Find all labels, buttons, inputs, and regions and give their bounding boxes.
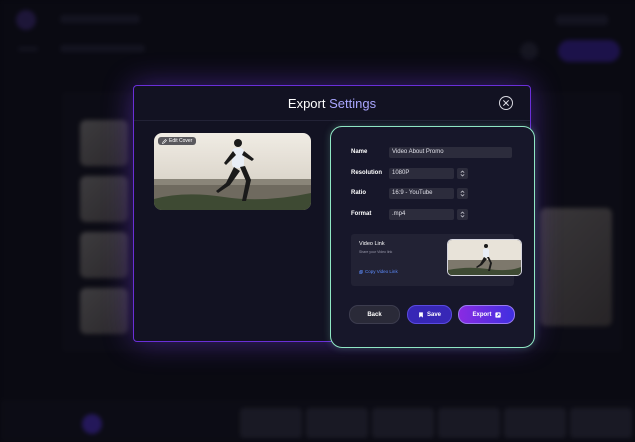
video-link-thumbnail bbox=[447, 239, 522, 276]
edit-cover-label: Edit Cover bbox=[169, 138, 193, 144]
name-label: Name bbox=[351, 149, 368, 155]
copy-video-link[interactable]: Copy Video Link bbox=[359, 269, 398, 274]
cover-image[interactable]: Edit Cover bbox=[154, 133, 311, 210]
modal-header: Export Settings bbox=[134, 86, 530, 121]
name-input[interactable]: Video About Promo bbox=[389, 147, 512, 158]
save-label: Save bbox=[426, 311, 441, 318]
resolution-label: Resolution bbox=[351, 170, 382, 176]
ratio-label: Ratio bbox=[351, 190, 366, 196]
chevron-updown-icon bbox=[460, 170, 465, 177]
export-icon bbox=[494, 311, 501, 318]
save-button[interactable]: Save bbox=[407, 305, 452, 324]
export-label: Export bbox=[472, 311, 492, 318]
close-icon bbox=[503, 100, 509, 106]
modal-title: Export Settings bbox=[288, 96, 376, 111]
bookmark-icon bbox=[419, 311, 423, 318]
pencil-icon bbox=[162, 138, 167, 144]
ratio-select[interactable]: 16:9 - YouTube bbox=[389, 188, 454, 199]
ratio-stepper[interactable] bbox=[457, 188, 468, 199]
back-label: Back bbox=[367, 311, 382, 318]
export-settings-panel: Name Video About Promo Resolution 1080P … bbox=[330, 126, 535, 348]
copy-icon bbox=[359, 269, 363, 274]
format-label: Format bbox=[351, 211, 372, 217]
format-stepper[interactable] bbox=[457, 209, 468, 220]
runner-thumbnail bbox=[448, 240, 521, 275]
back-button[interactable]: Back bbox=[349, 305, 400, 324]
resolution-select[interactable]: 1080P bbox=[389, 168, 454, 179]
video-link-subtitle: Share your Video link bbox=[359, 250, 393, 254]
resolution-stepper[interactable] bbox=[457, 168, 468, 179]
export-button[interactable]: Export bbox=[458, 305, 515, 324]
modal-title-part2: Settings bbox=[329, 95, 377, 111]
chevron-updown-icon bbox=[460, 211, 465, 218]
close-button[interactable] bbox=[499, 96, 513, 110]
copy-video-link-label: Copy Video Link bbox=[365, 269, 398, 274]
chevron-updown-icon bbox=[460, 190, 465, 197]
video-link-card: Video Link Share your Video link Copy Vi… bbox=[351, 234, 522, 286]
modal-title-part1: Export bbox=[287, 95, 326, 111]
edit-cover-button[interactable]: Edit Cover bbox=[158, 137, 197, 145]
format-select[interactable]: .mp4 bbox=[389, 209, 454, 220]
video-link-title: Video Link bbox=[359, 241, 385, 247]
